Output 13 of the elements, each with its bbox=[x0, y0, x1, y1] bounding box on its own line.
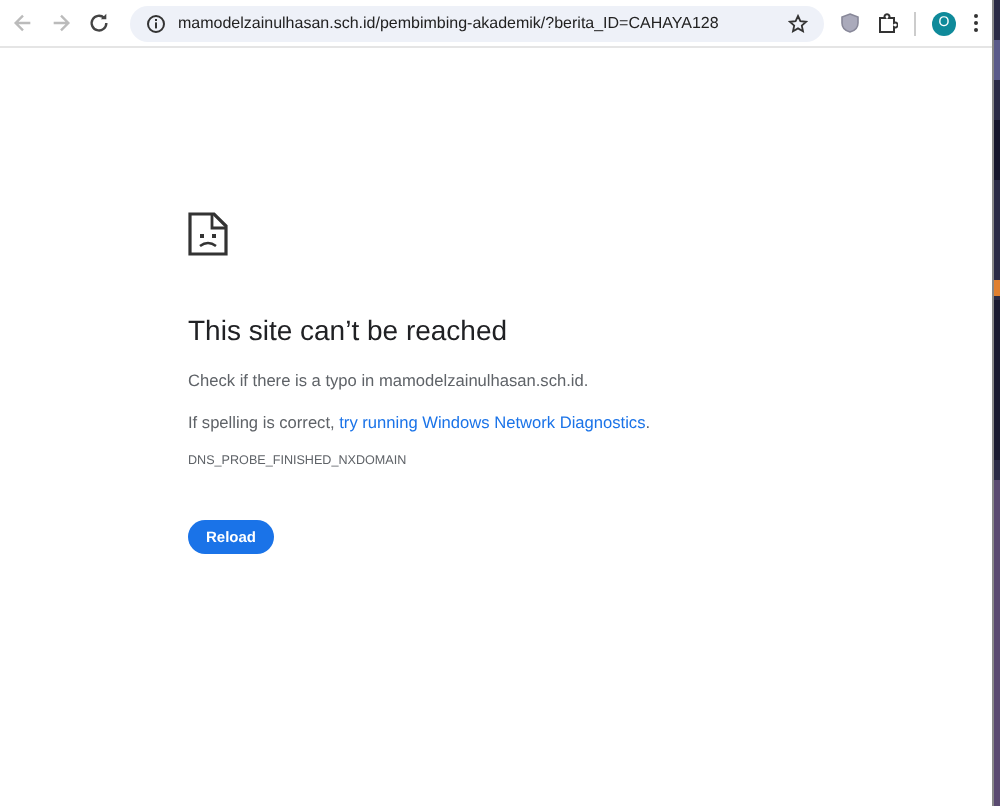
address-bar[interactable]: mamodelzainulhasan.sch.id/pembimbing-akademik/?berita_ID=CAHAYA128 bbox=[130, 5, 824, 41]
url-text: mamodelzainulhasan.sch.id/pembimbing-akademik/?berita_ID=CAHAYA128 bbox=[178, 14, 721, 32]
info-icon[interactable] bbox=[146, 13, 166, 33]
menu-icon[interactable] bbox=[972, 12, 980, 34]
error-heading: This site can’t be reached bbox=[188, 314, 510, 346]
diagnostics-link[interactable]: try running Windows Network Diagnostics bbox=[339, 412, 646, 432]
star-icon[interactable] bbox=[788, 13, 808, 33]
shield-icon[interactable] bbox=[840, 12, 860, 34]
error-message: Check if there is a typo in mamodelzainulhasan.sch.id. bbox=[188, 370, 591, 390]
suggestion-text: If spelling is correct, try running Windows Network Diagnostics. bbox=[188, 412, 653, 432]
sad-page-icon bbox=[188, 212, 228, 256]
reload-icon[interactable] bbox=[88, 12, 110, 34]
puzzle-icon[interactable] bbox=[876, 12, 898, 34]
